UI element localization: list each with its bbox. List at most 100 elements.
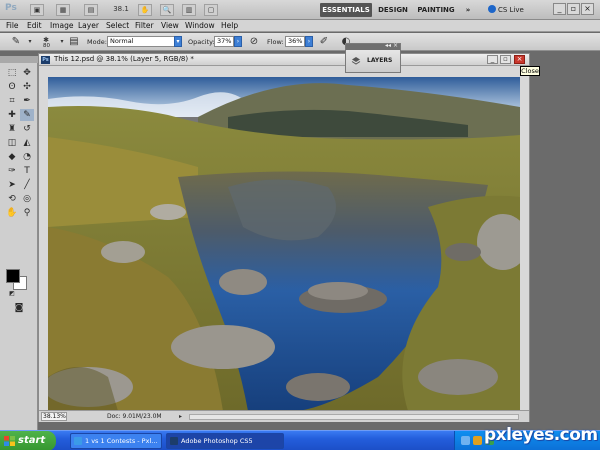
brush-tool-icon[interactable]: ✎ (20, 109, 34, 121)
pen-tool-icon[interactable]: ✑ (5, 165, 19, 177)
lasso-tool-icon[interactable]: ʘ (5, 81, 19, 93)
workspace-painting-button[interactable]: PAINTING (416, 3, 456, 17)
mode-select[interactable]: Normal (107, 36, 175, 47)
menu-edit[interactable]: Edit (27, 21, 42, 30)
quick-selection-tool-icon[interactable]: ✣ (20, 81, 34, 93)
close-app-button[interactable]: × (581, 3, 594, 15)
healing-brush-tool-icon[interactable]: ✚ (5, 109, 19, 121)
start-label: start (18, 435, 46, 446)
brush-preset-icon[interactable]: ✎ (10, 36, 22, 48)
document-window: Ps This 12.psd @ 38.1% (Layer 5, RGB/8) … (38, 53, 530, 422)
shape-tool-icon[interactable]: ╱ (20, 179, 34, 191)
restore-button[interactable]: ▫ (567, 3, 580, 15)
status-bar: 38.13% Doc: 9.01M/23.0M ▸ (39, 410, 529, 422)
flow-input[interactable]: 36% (285, 36, 305, 47)
layers-panel: ◂◂ × LAYERS (345, 42, 401, 73)
document-close-button[interactable]: × (514, 55, 525, 64)
mini-bridge-button[interactable]: ▦ (56, 4, 70, 16)
clone-stamp-tool-icon[interactable]: ♜ (5, 123, 19, 135)
tray-icon-1[interactable] (461, 436, 470, 445)
history-brush-tool-icon[interactable]: ↺ (20, 123, 34, 135)
cs-live-icon (488, 5, 496, 13)
tray-icon-2[interactable] (473, 436, 482, 445)
move-tool-icon[interactable]: ✥ (20, 67, 34, 79)
more-workspaces-button[interactable]: » (462, 3, 474, 17)
browser-icon (74, 437, 82, 445)
brush-panel-icon[interactable]: ▤ (68, 36, 80, 48)
3d-rotate-tool-icon[interactable]: ⟲ (5, 193, 19, 205)
eyedropper-tool-icon[interactable]: ✒ (20, 95, 34, 107)
layers-panel-label: LAYERS (367, 57, 393, 64)
path-selection-tool-icon[interactable]: ➤ (5, 179, 19, 191)
start-button[interactable]: start (0, 431, 56, 450)
opacity-label: Opacity: (188, 38, 215, 46)
menu-bar: File Edit Image Layer Select Filter View… (0, 20, 600, 32)
menu-help[interactable]: Help (221, 21, 238, 30)
document-title: This 12.psd @ 38.1% (Layer 5, RGB/8) * (54, 55, 194, 63)
menu-image[interactable]: Image (50, 21, 74, 30)
document-restore-button[interactable]: ▫ (500, 55, 511, 64)
tools-panel: ⬚ ✥ ʘ ✣ ⌗ ✒ ✚ ✎ ♜ ↺ ◫ ◭ ◆ ◔ ✑ T ➤ ╱ ⟲ ◎ … (0, 56, 38, 430)
zoom-percentage-field[interactable]: 38.13% (41, 412, 67, 421)
menu-file[interactable]: File (6, 21, 19, 30)
airbrush-icon[interactable]: ✐ (318, 36, 330, 48)
layers-icon (351, 57, 361, 65)
type-tool-icon[interactable]: T (20, 165, 34, 177)
quick-mask-icon[interactable]: ◙ (12, 302, 26, 314)
tools-panel-grip[interactable] (0, 56, 38, 63)
cs-live-label: CS Live (498, 6, 524, 14)
horizontal-scrollbar[interactable] (189, 414, 519, 420)
screen-mode-button[interactable]: ▢ (204, 4, 218, 16)
image-canvas[interactable] (48, 77, 520, 411)
3d-orbit-tool-icon[interactable]: ◎ (20, 193, 34, 205)
document-minimize-button[interactable]: _ (487, 55, 498, 64)
options-bar: ✎ ▾ ✱ 80 ▾ ▤ Mode: Normal ▾ Opacity: 37%… (0, 33, 600, 51)
blur-tool-icon[interactable]: ◆ (5, 151, 19, 163)
status-menu-arrow-icon[interactable]: ▸ (179, 413, 182, 420)
menu-window[interactable]: Window (185, 21, 215, 30)
collapse-icon[interactable]: ◂◂ × (385, 42, 398, 49)
taskbar-item-photoshop[interactable]: Adobe Photoshop CS5 (166, 433, 284, 449)
taskbar-item-browser[interactable]: 1 vs 1 Contests - Pxl... (70, 433, 162, 449)
opacity-slider-icon[interactable]: › (234, 36, 242, 47)
zoom-tool-button[interactable]: 🔍 (160, 4, 174, 16)
eraser-tool-icon[interactable]: ◫ (5, 137, 19, 149)
grid-icon[interactable]: ▤ (84, 4, 98, 16)
menu-select[interactable]: Select (106, 21, 129, 30)
mode-dropdown-icon[interactable]: ▾ (174, 36, 182, 47)
bridge-button[interactable]: ▣ (30, 4, 44, 16)
dodge-tool-icon[interactable]: ◔ (20, 151, 34, 163)
preset-dropdown-icon[interactable]: ▾ (24, 36, 36, 48)
windows-flag-icon (4, 436, 15, 446)
taskbar-item-browser-label: 1 vs 1 Contests - Pxl... (85, 437, 158, 445)
psd-file-icon: Ps (41, 56, 50, 64)
hand-tool-icon[interactable]: ✋ (5, 207, 19, 219)
crop-tool-icon[interactable]: ⌗ (5, 95, 19, 107)
arrange-documents-button[interactable]: ▥ (182, 4, 196, 16)
zoom-level-value[interactable]: 38.1 (108, 4, 134, 16)
flow-label: Flow: (267, 38, 284, 46)
opacity-input[interactable]: 37% (214, 36, 234, 47)
photoshop-icon (170, 437, 178, 445)
layers-panel-button[interactable]: LAYERS (346, 50, 400, 72)
zoom-tool-icon[interactable]: ⚲ (20, 207, 34, 219)
close-tooltip: Close (520, 66, 540, 76)
workspace-essentials-button[interactable]: ESSENTIALS (320, 3, 372, 17)
document-tab[interactable]: Ps This 12.psd @ 38.1% (Layer 5, RGB/8) … (39, 54, 529, 66)
photoshop-logo: Ps (5, 3, 17, 13)
cs-live-button[interactable]: CS Live (488, 3, 524, 17)
hand-tool-button[interactable]: ✋ (138, 4, 152, 16)
minimize-button[interactable]: _ (553, 3, 566, 15)
tablet-opacity-icon[interactable]: ⊘ (248, 36, 260, 48)
menu-filter[interactable]: Filter (135, 21, 154, 30)
menu-view[interactable]: View (161, 21, 179, 30)
marquee-tool-icon[interactable]: ⬚ (5, 67, 19, 79)
workspace-design-button[interactable]: DESIGN (376, 3, 410, 17)
default-colors-icon[interactable]: ◩ (5, 288, 19, 300)
brush-size-value: 80 (43, 43, 50, 49)
paint-bucket-tool-icon[interactable]: ◭ (20, 137, 34, 149)
menu-layer[interactable]: Layer (78, 21, 99, 30)
brush-size-dropdown-icon[interactable]: ▾ (56, 36, 68, 48)
flow-slider-icon[interactable]: › (305, 36, 313, 47)
foreground-color-swatch[interactable] (6, 269, 20, 283)
